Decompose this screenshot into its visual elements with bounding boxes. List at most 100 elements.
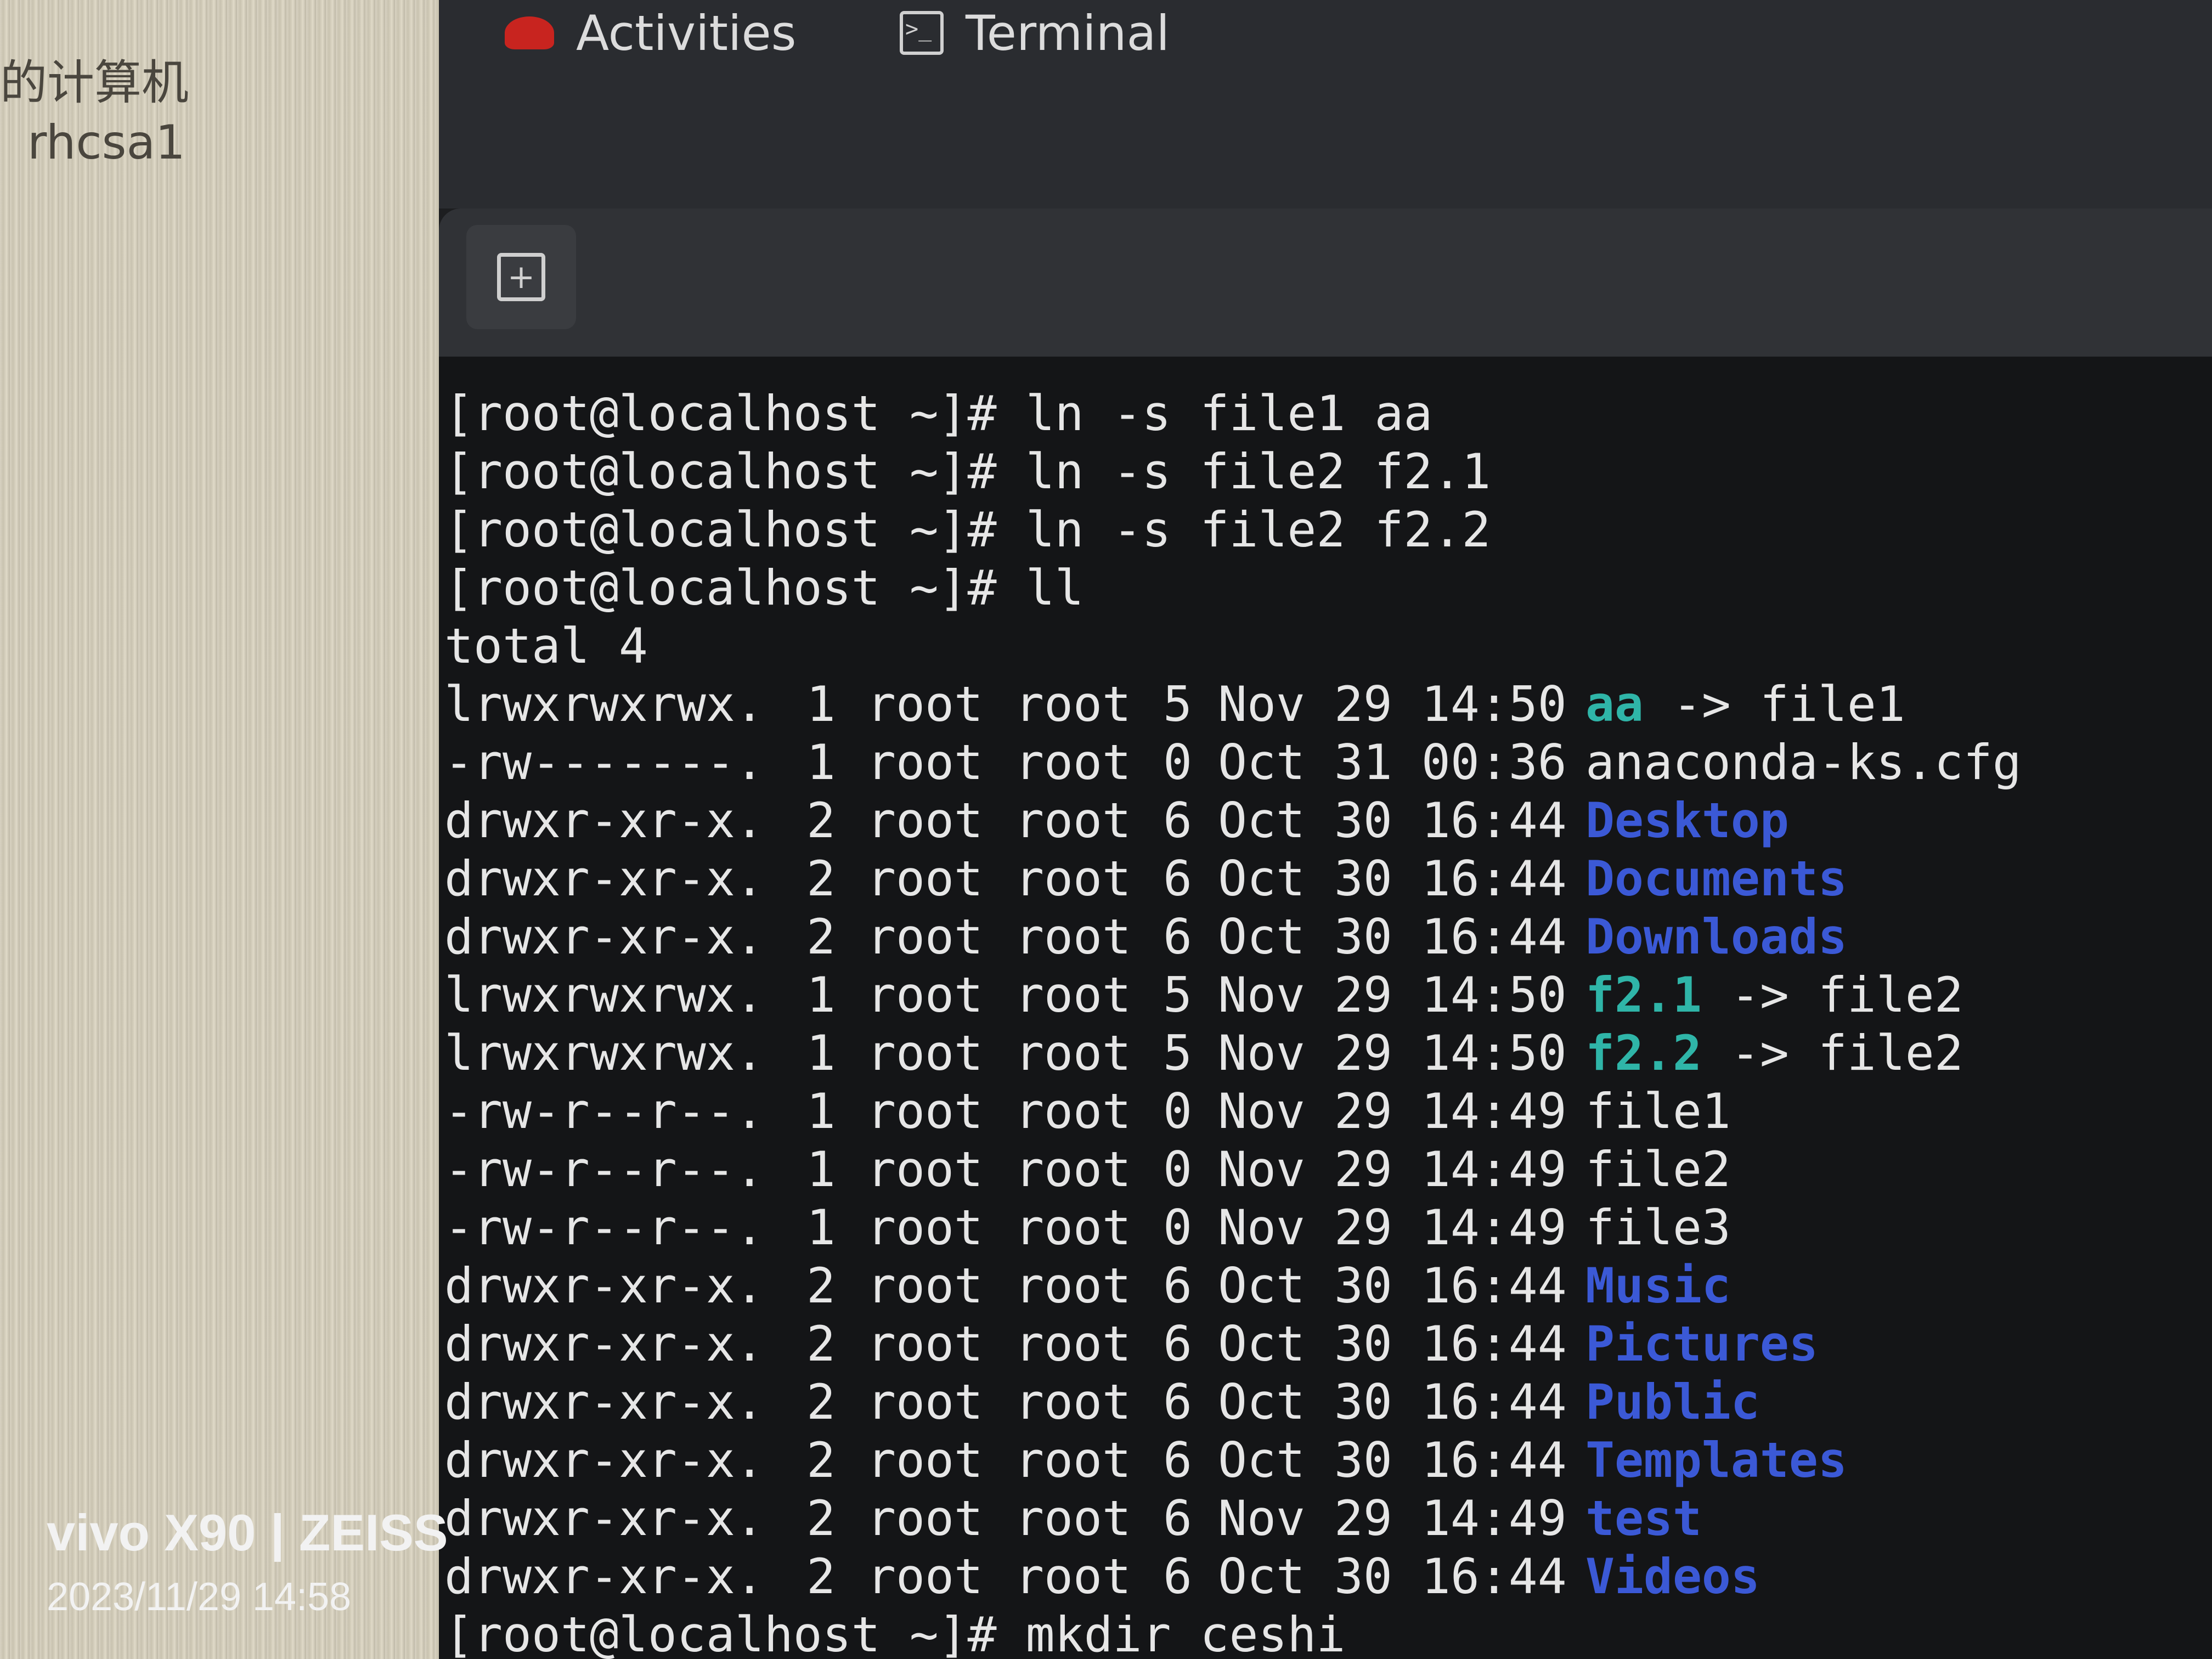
terminal-headerbar: [439, 208, 2212, 357]
link-count: 2: [806, 1548, 836, 1605]
file-size: 6: [1163, 792, 1192, 849]
owner: root: [867, 1374, 983, 1430]
file-size: 6: [1163, 1316, 1192, 1372]
group: root: [1015, 1548, 1131, 1605]
group: root: [1015, 1199, 1131, 1256]
link-target: -> file1: [1643, 676, 1905, 732]
link-count: 1: [806, 1141, 836, 1198]
owner: root: [867, 1432, 983, 1488]
terminal-output[interactable]: [root@localhost ~]# ln -s file1 aa [root@…: [439, 357, 2212, 1659]
new-tab-button[interactable]: +: [466, 225, 576, 329]
permissions: drwxr-xr-x.: [444, 1548, 764, 1605]
listing-row: drwxr-xr-x. 2 root root 6 Oct 30 16:44 Documen…: [444, 855, 2200, 904]
file-size: 0: [1163, 734, 1192, 791]
listing-row: drwxr-xr-x. 2 root root 6 Oct 30 16:44 Downloa…: [444, 913, 2200, 962]
group: root: [1015, 734, 1131, 791]
permissions: -rw-r--r--.: [444, 1083, 764, 1139]
vm-item-rhcsa1[interactable]: rhcsa1: [27, 115, 185, 170]
file-name: file2: [1585, 1146, 1731, 1194]
gnome-topbar: Activities >_ Terminal: [439, 0, 2212, 208]
modified-date: Oct 30 16:44: [1218, 850, 1567, 907]
computer-label: 的计算机: [0, 55, 189, 110]
listing-row: drwxr-xr-x. 2 root root 6 Oct 30 16:44 Picture…: [444, 1320, 2200, 1369]
file-name: test: [1585, 1494, 1702, 1543]
file-size: 6: [1163, 850, 1192, 907]
modified-date: Oct 30 16:44: [1218, 1548, 1567, 1605]
listing-row: drwxr-xr-x. 2 root root 6 Oct 30 16:44 Videos: [444, 1553, 2200, 1602]
file-name: Pictures: [1585, 1320, 1818, 1368]
link-count: 2: [806, 1374, 836, 1430]
entry-name: Desktop: [1585, 792, 1789, 849]
entry-name: Downloads: [1585, 909, 1847, 965]
listing-row: lrwxrwxrwx. 1 root root 5 Nov 29 14:50 aa -> f…: [444, 680, 2200, 730]
command-line: [root@localhost ~]# ll: [444, 564, 1084, 612]
owner: root: [867, 1490, 983, 1547]
terminal-label: Terminal: [966, 4, 1170, 61]
owner: root: [867, 1083, 983, 1139]
entry-name: Templates: [1585, 1432, 1847, 1488]
permissions: -rw-------.: [444, 734, 764, 791]
file-name: Music: [1585, 1262, 1731, 1310]
file-name: Downloads: [1585, 913, 1847, 961]
file-size: 6: [1163, 909, 1192, 965]
listing-row: -rw-r--r--. 1 root root 0 Nov 29 14:49 file3: [444, 1204, 2200, 1253]
permissions: lrwxrwxrwx.: [444, 1025, 764, 1081]
file-size: 6: [1163, 1490, 1192, 1547]
file-size: 6: [1163, 1257, 1192, 1314]
modified-date: Oct 30 16:44: [1218, 1316, 1567, 1372]
owner: root: [867, 676, 983, 732]
owner: root: [867, 1141, 983, 1198]
owner: root: [867, 1316, 983, 1372]
link-count: 2: [806, 1257, 836, 1314]
permissions: lrwxrwxrwx.: [444, 676, 764, 732]
activities-button[interactable]: Activities: [505, 0, 796, 66]
modified-date: Nov 29 14:50: [1218, 967, 1567, 1023]
file-name: Documents: [1585, 855, 1847, 903]
link-count: 1: [806, 967, 836, 1023]
link-count: 2: [806, 1316, 836, 1372]
entry-name: file2: [1585, 1141, 1731, 1198]
group: root: [1015, 1316, 1131, 1372]
group: root: [1015, 1257, 1131, 1314]
entry-name: f2.1: [1585, 967, 1702, 1023]
vm-list-panel: 的计算机 rhcsa1: [0, 0, 439, 1659]
file-name: Videos: [1585, 1553, 1760, 1601]
modified-date: Oct 30 16:44: [1218, 1432, 1567, 1488]
new-tab-icon: +: [497, 253, 545, 301]
command-line: [root@localhost ~]# ln -s file2 f2.2: [444, 506, 1491, 554]
group: root: [1015, 1490, 1131, 1547]
entry-name: test: [1585, 1490, 1702, 1547]
command-text: ln -s file2 f2.1: [1025, 443, 1491, 500]
group: root: [1015, 909, 1131, 965]
permissions: drwxr-xr-x.: [444, 1490, 764, 1547]
modified-date: Nov 29 14:49: [1218, 1083, 1567, 1139]
entry-name: Documents: [1585, 850, 1847, 907]
modified-date: Nov 29 14:49: [1218, 1141, 1567, 1198]
file-name: Templates: [1585, 1436, 1847, 1485]
modified-date: Nov 29 14:49: [1218, 1199, 1567, 1256]
group: root: [1015, 1083, 1131, 1139]
group: root: [1015, 676, 1131, 732]
terminal-icon: >_: [900, 11, 944, 55]
owner: root: [867, 734, 983, 791]
file-name: aa -> file1: [1585, 680, 1905, 729]
listing-row: lrwxrwxrwx. 1 root root 5 Nov 29 14:50 f2.2 ->…: [444, 1029, 2200, 1079]
file-name: file3: [1585, 1204, 1731, 1252]
modified-date: Nov 29 14:50: [1218, 1025, 1567, 1081]
group: root: [1015, 1432, 1131, 1488]
link-count: 1: [806, 1025, 836, 1081]
modified-date: Oct 30 16:44: [1218, 792, 1567, 849]
owner: root: [867, 850, 983, 907]
shell-prompt: [root@localhost ~]#: [444, 501, 1026, 558]
modified-date: Oct 30 16:44: [1218, 1257, 1567, 1314]
modified-date: Nov 29 14:49: [1218, 1490, 1567, 1547]
file-size: 0: [1163, 1141, 1192, 1198]
shell-prompt: [root@localhost ~]#: [444, 560, 1026, 616]
group: root: [1015, 1141, 1131, 1198]
modified-date: Oct 30 16:44: [1218, 1374, 1567, 1430]
link-count: 2: [806, 1432, 836, 1488]
link-count: 2: [806, 850, 836, 907]
terminal-app-button[interactable]: >_ Terminal: [900, 0, 1170, 66]
permissions: -rw-r--r--.: [444, 1141, 764, 1198]
owner: root: [867, 1025, 983, 1081]
